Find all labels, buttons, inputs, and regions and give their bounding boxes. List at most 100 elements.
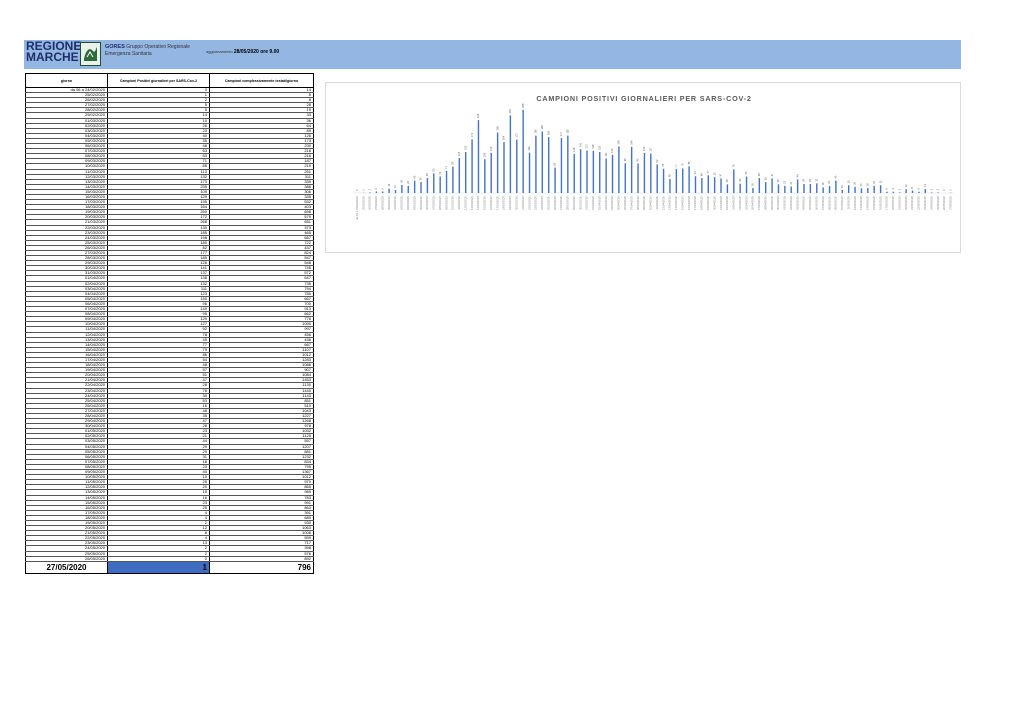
x-tick-label: 05/04/2020 [617, 196, 621, 210]
bar-value-label: 44 [795, 174, 799, 177]
bar [765, 182, 767, 193]
col-header-testati: Campioni complessivamente testati/giorno [209, 73, 314, 88]
x-tick-label: 25/02/2020 [361, 196, 365, 210]
bar [554, 167, 556, 193]
x-tick-label: 24/05/2020 [929, 196, 933, 210]
bar [758, 178, 761, 193]
bar-value-label: 12 [904, 184, 908, 187]
bar [420, 182, 422, 193]
bar [694, 176, 697, 193]
x-tick-label: 17/03/2020 [495, 196, 499, 210]
x-tick-label: 26/04/2020 [751, 196, 755, 210]
x-tick-label: 14/04/2020 [674, 196, 678, 210]
x-tick-label: 09/03/2020 [444, 196, 448, 210]
bar [413, 180, 416, 193]
x-tick-label: 24/03/2020 [540, 196, 544, 210]
x-tick-label: 25/03/2020 [546, 196, 550, 210]
bar [796, 179, 799, 193]
bar [822, 187, 824, 193]
bar [720, 178, 722, 193]
bar-chart: 0 da 06 a 24/02/2020 1 25/02/2020 2 26/02/202… [354, 103, 954, 220]
bar-value-label: 48 [700, 173, 704, 176]
bar-value-label: 79 [680, 163, 684, 166]
x-tick-label: 05/03/2020 [419, 196, 423, 210]
x-tick-label: 16/03/2020 [489, 196, 493, 210]
bar-value-label: 0 [355, 189, 359, 191]
header-bar: REGIONE MARCHE GORES Gruppo Operativo Re… [24, 40, 961, 69]
x-tick-label: 20/05/2020 [904, 196, 908, 210]
bar-value-label: 35 [763, 177, 767, 180]
bar [771, 178, 773, 193]
x-tick-label: 30/03/2020 [578, 196, 582, 210]
x-tick-label: 10/04/2020 [649, 196, 653, 210]
bar-value-label: 40 [834, 175, 838, 178]
bar-value-label: 10 [840, 184, 844, 187]
bar-value-label: 16 [751, 183, 755, 186]
bar-value-label: 2 [368, 188, 372, 190]
bar [624, 163, 626, 193]
bar-value-label: 92 [655, 159, 659, 162]
bar [465, 152, 467, 193]
bar [573, 153, 575, 193]
bar-value-label: 28 [776, 179, 780, 182]
x-tick-label: 25/04/2020 [744, 196, 748, 210]
bar-value-label: 1 [948, 189, 952, 191]
x-tick-label: 20/03/2020 [515, 196, 519, 210]
bar [656, 164, 658, 193]
bar [701, 178, 703, 193]
x-tick-label: 16/04/2020 [687, 196, 691, 210]
bar [899, 192, 901, 193]
bar [560, 138, 563, 193]
bar [867, 188, 869, 193]
bar [707, 175, 709, 193]
bar [745, 176, 748, 193]
x-tick-label: 09/04/2020 [642, 196, 646, 210]
bar-value-label: 95 [636, 158, 640, 161]
bar-value-label: 109 [483, 152, 487, 157]
x-tick-label: 06/05/2020 [815, 196, 819, 210]
x-tick-label: 05/05/2020 [808, 196, 812, 210]
bar [484, 159, 486, 193]
x-tick-label: 11/05/2020 [846, 196, 850, 210]
bar [592, 150, 595, 193]
x-tick-label: 22/04/2020 [725, 196, 729, 210]
bar-value-label: 129 [642, 146, 646, 151]
x-tick-label: 21/03/2020 [521, 196, 525, 210]
total-date: 27/05/2020 [25, 560, 108, 574]
x-tick-label: 08/04/2020 [636, 196, 640, 210]
x-tick-label: 12/05/2020 [853, 196, 857, 210]
bar-value-label: 45 [668, 174, 672, 177]
data-table: giorno Campioni Positivi giornalieri per… [25, 73, 314, 574]
bar-value-label: 15 [859, 183, 863, 186]
bar [618, 146, 620, 193]
x-tick-label: 12/03/2020 [463, 196, 467, 210]
bar-value-label: 29 [802, 179, 806, 182]
bar [726, 184, 729, 193]
bar [688, 166, 690, 193]
x-tick-label: 02/03/2020 [400, 196, 404, 210]
bar-value-label: 5 [380, 187, 384, 189]
bar-value-label: 20 [853, 181, 857, 184]
update-info: aggiornamento 28/05/2020 ore 9.00 [206, 49, 279, 55]
x-tick-label: 18/05/2020 [891, 196, 895, 210]
bar-value-label: 47 [719, 173, 723, 176]
bar [369, 192, 371, 193]
bar-value-label: 16 [866, 183, 870, 186]
x-tick-label: 17/04/2020 [693, 196, 697, 210]
bar [426, 178, 429, 193]
bar [535, 135, 537, 193]
bar [739, 183, 741, 193]
bar-value-label: 268 [521, 103, 525, 108]
bar-value-label: 77 [674, 164, 678, 167]
update-value: 28/05/2020 ore 9.00 [233, 49, 280, 55]
bar-value-label: 123 [610, 148, 614, 153]
x-tick-label: 22/03/2020 [527, 196, 531, 210]
x-tick-label: 26/02/2020 [368, 196, 372, 210]
bar [401, 184, 403, 193]
x-tick-label: 26/03/2020 [553, 196, 557, 210]
bar [394, 189, 397, 193]
bar-value-label: 2 [936, 188, 940, 190]
bar [918, 191, 920, 193]
bar [937, 192, 939, 193]
table-header-row: giorno Campioni Positivi giornalieri per… [25, 73, 314, 88]
